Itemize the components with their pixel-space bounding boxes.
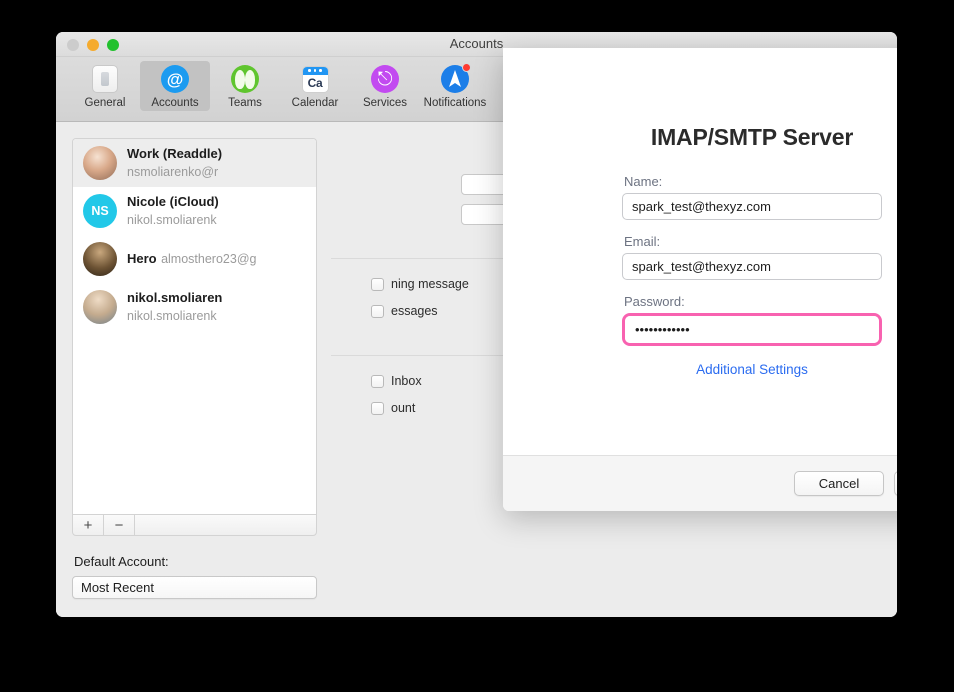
calendar-icon: Ca	[300, 64, 330, 94]
dialog-body: IMAP/SMTP Server Name: Email: Password: …	[503, 48, 897, 455]
checkbox[interactable]	[371, 304, 384, 318]
default-account-label: Default Account:	[74, 554, 169, 569]
account-name: Hero	[127, 251, 157, 266]
account-name: Work (Readdle)	[127, 146, 223, 161]
add-account-button[interactable]: +	[73, 515, 104, 535]
toolbar-item-accounts[interactable]: @ Accounts	[140, 61, 210, 111]
account-row-hero[interactable]: Hero almosthero23@g	[73, 235, 316, 283]
checkbox[interactable]	[371, 277, 384, 291]
additional-settings-link[interactable]: Additional Settings	[622, 362, 882, 377]
accounts-list-toolbar: + −	[72, 514, 317, 536]
accounts-toolbar-spacer	[135, 515, 316, 535]
panel-checkbox-label-1: ning message	[391, 277, 469, 291]
avatar	[83, 290, 117, 324]
accounts-preferences-window: Accounts General @ Accounts Teams Ca Cal…	[56, 32, 897, 617]
toolbar-item-teams[interactable]: Teams	[210, 61, 280, 111]
toolbar-item-services[interactable]: ⎋ Services	[350, 61, 420, 111]
toolbar-item-calendar[interactable]: Ca Calendar	[280, 61, 350, 111]
notification-badge-dot	[462, 63, 471, 72]
cancel-button[interactable]: Cancel	[794, 471, 884, 496]
email-label: Email:	[624, 234, 661, 249]
dialog-title: IMAP/SMTP Server	[650, 124, 854, 150]
account-settings-panel: ng ning message essages	[331, 48, 897, 599]
panel-checkbox-label-2: essages	[391, 304, 438, 318]
account-email: nikol.smoliarenk	[127, 213, 217, 227]
panel-checkbox-label-3: Inbox	[391, 374, 422, 388]
account-name: nikol.smoliaren	[127, 290, 223, 305]
imap-smtp-server-dialog: IMAP/SMTP Server Name: Email: Password: …	[503, 48, 897, 511]
toolbar-label-general: General	[84, 97, 126, 109]
preferences-content: Work (Readdle) nsmoliarenko@r NS Nicole …	[56, 48, 897, 617]
avatar	[83, 242, 117, 276]
dialog-form: Name: Email: Password: Additional Settin…	[622, 174, 882, 377]
toolbar-label-services: Services	[362, 97, 408, 109]
dialog-footer: Cancel Add	[503, 455, 897, 511]
name-field[interactable]	[622, 193, 882, 220]
default-account-select[interactable]: Most Recent	[72, 576, 317, 599]
account-row-nicole-icloud[interactable]: NS Nicole (iCloud) nikol.smoliarenk	[73, 187, 316, 235]
general-icon	[90, 64, 120, 94]
toolbar-item-general[interactable]: General	[70, 61, 140, 111]
panel-checkbox-label-4: ount	[391, 401, 416, 415]
name-label: Name:	[624, 174, 663, 189]
toolbar-label-notifications: Notifications	[423, 97, 487, 109]
password-label: Password:	[624, 294, 685, 309]
avatar: NS	[83, 194, 117, 228]
account-email: nikol.smoliarenk	[127, 309, 217, 323]
password-field[interactable]	[625, 316, 879, 343]
teams-people-icon	[230, 64, 260, 94]
toolbar-item-notifications[interactable]: Notifications	[420, 61, 490, 111]
password-field-highlight	[622, 313, 882, 346]
avatar-initials: NS	[91, 204, 109, 218]
add-button[interactable]: Add	[894, 471, 897, 496]
toolbar-label-accounts: Accounts	[151, 97, 199, 109]
toolbar-label-calendar: Calendar	[291, 97, 339, 109]
accounts-sidebar: Work (Readdle) nsmoliarenko@r NS Nicole …	[72, 138, 317, 599]
accounts-at-icon: @	[160, 64, 190, 94]
account-email: nsmoliarenko@r	[127, 165, 219, 179]
checkbox[interactable]	[371, 374, 384, 388]
notifications-icon	[440, 63, 471, 94]
accounts-list[interactable]: Work (Readdle) nsmoliarenko@r NS Nicole …	[72, 138, 317, 514]
calendar-icon-glyph: Ca	[307, 76, 323, 90]
email-field[interactable]	[622, 253, 882, 280]
toolbar-label-teams: Teams	[228, 97, 262, 109]
default-account-value: Most Recent	[81, 580, 154, 595]
remove-account-button[interactable]: −	[104, 515, 135, 535]
account-email: almosthero23@g	[161, 252, 257, 266]
account-name: Nicole (iCloud)	[127, 194, 219, 209]
checkbox[interactable]	[371, 401, 384, 415]
account-row-nikol[interactable]: nikol.smoliaren nikol.smoliarenk	[73, 283, 316, 331]
services-power-icon: ⎋	[370, 64, 400, 94]
avatar	[83, 146, 117, 180]
account-row-work[interactable]: Work (Readdle) nsmoliarenko@r	[73, 139, 316, 187]
